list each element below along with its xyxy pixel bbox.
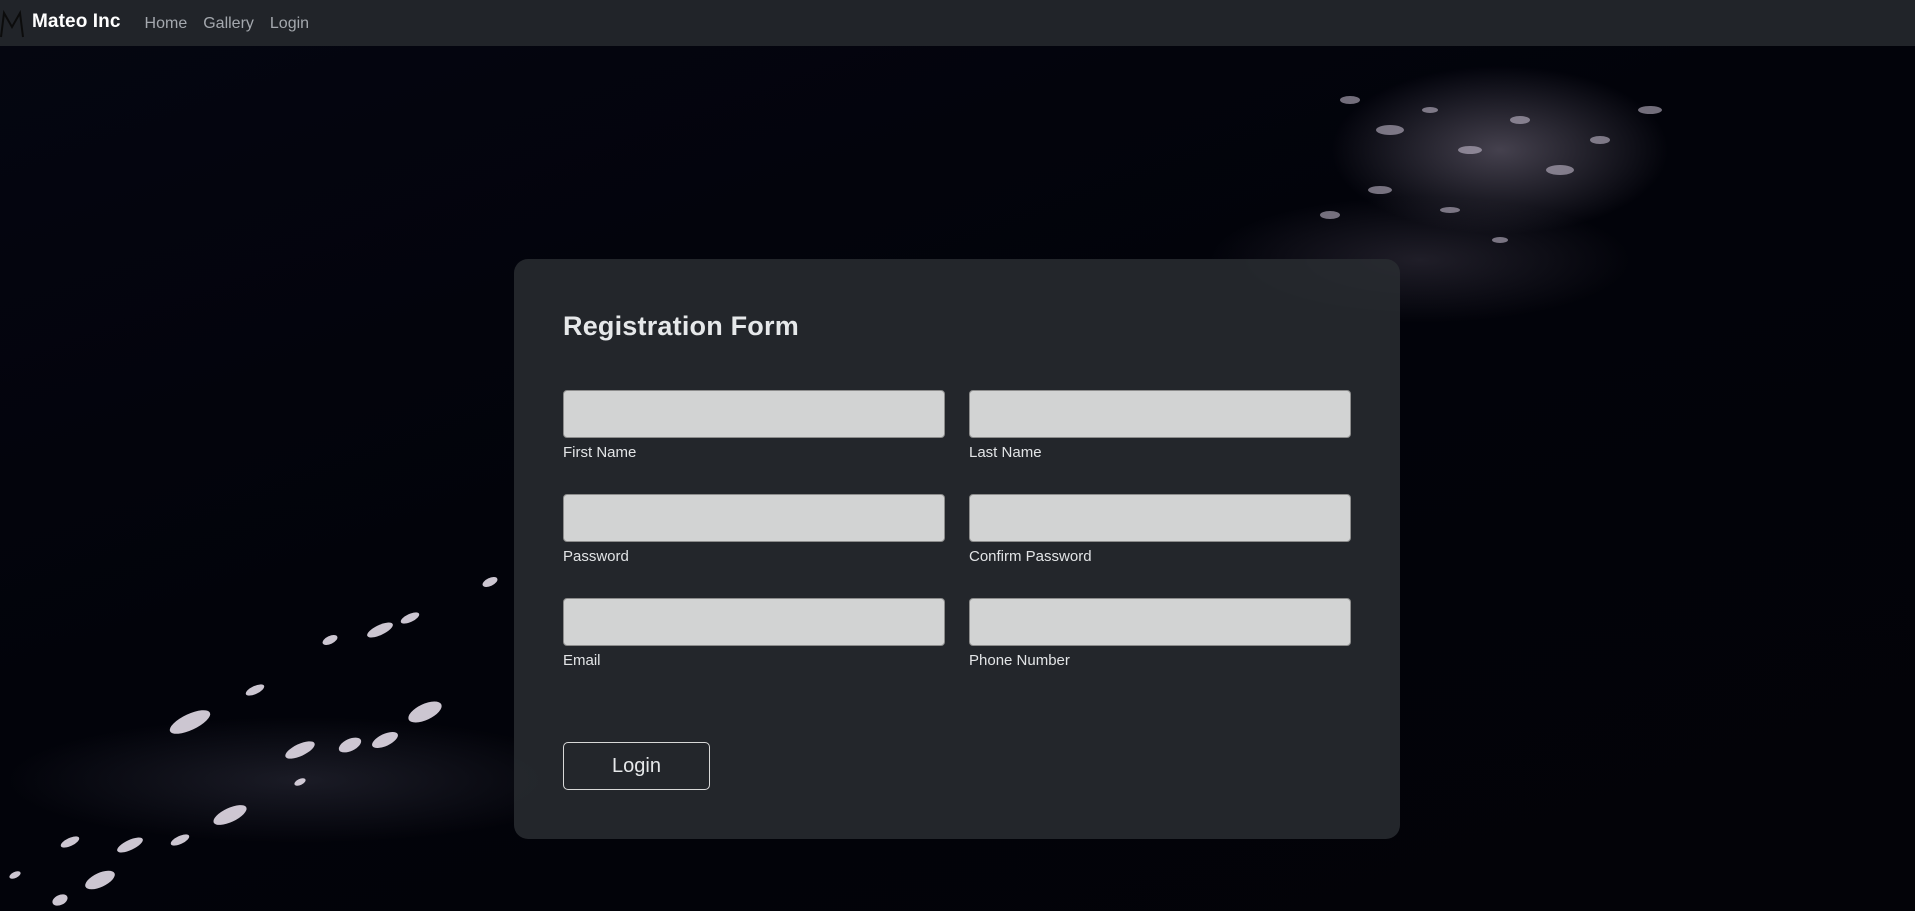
nav-link-home[interactable]: Home [145,15,188,33]
brand[interactable]: Mateo Inc [0,0,121,46]
phone-group: Phone Number [969,598,1351,669]
last-name-input[interactable] [969,390,1351,438]
confirm-password-label: Confirm Password [969,548,1092,565]
top-navbar: Mateo Inc Home Gallery Login [0,0,1915,46]
confirm-password-input[interactable] [969,494,1351,542]
nav-link-gallery[interactable]: Gallery [203,15,254,33]
brand-name: Mateo Inc [32,10,121,32]
last-name-group: Last Name [969,390,1351,461]
nav-links: Home Gallery Login [145,15,326,33]
email-input[interactable] [563,598,945,646]
password-input[interactable] [563,494,945,542]
password-label: Password [563,548,629,565]
login-button[interactable]: Login [563,742,710,790]
confirm-password-group: Confirm Password [969,494,1351,565]
first-name-input[interactable] [563,390,945,438]
first-name-label: First Name [563,444,637,461]
registration-card: Registration Form First Name Last Name P… [514,259,1400,839]
nav-link-login[interactable]: Login [270,15,309,33]
password-group: Password [563,494,945,565]
m-logo-icon [0,9,24,38]
phone-number-label: Phone Number [969,652,1070,669]
phone-number-input[interactable] [969,598,1351,646]
form-title: Registration Form [563,311,799,341]
last-name-label: Last Name [969,444,1042,461]
email-label: Email [563,652,601,669]
email-group: Email [563,598,945,669]
first-name-group: First Name [563,390,945,461]
